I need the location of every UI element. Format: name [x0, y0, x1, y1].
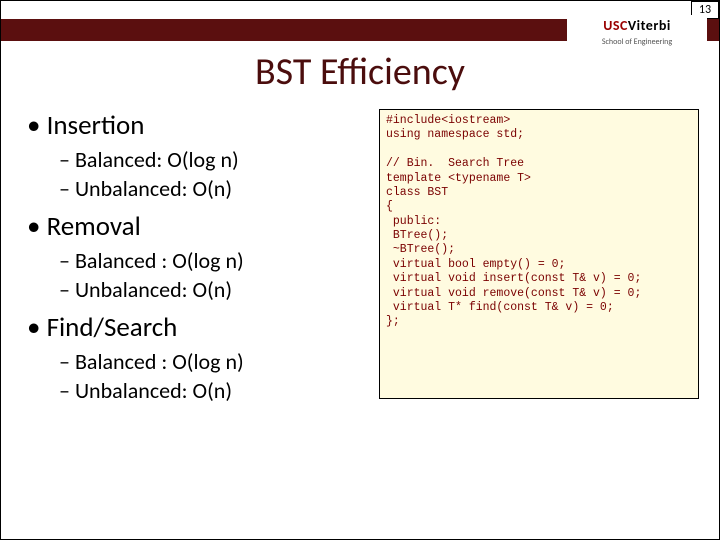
slide: 13 USCViterbi School of Engineering BST …	[0, 0, 720, 540]
sub-bullet: Balanced : O(log n)	[59, 348, 357, 375]
sub-bullet: Balanced: O(log n)	[59, 146, 357, 173]
logo-usc: USC	[603, 17, 628, 34]
sub-bullet: Unbalanced: O(n)	[59, 377, 357, 404]
sub-bullet: Balanced : O(log n)	[59, 247, 357, 274]
slide-title: BST Efficiency	[1, 49, 719, 95]
bullet-find: Find/Search	[27, 311, 177, 344]
usc-viterbi-logo: USCViterbi School of Engineering	[567, 15, 707, 51]
logo-viterbi: Viterbi	[628, 17, 671, 34]
bullet-removal: Removal	[27, 210, 141, 243]
sub-bullet: Unbalanced: O(n)	[59, 276, 357, 303]
bullet-content: Insertion Balanced: O(log n) Unbalanced:…	[27, 109, 357, 412]
bullet-insertion: Insertion	[27, 109, 144, 142]
code-snippet: #include<iostream> using namespace std; …	[379, 109, 699, 399]
logo-subtitle: School of Engineering	[567, 37, 707, 47]
sub-bullet: Unbalanced: O(n)	[59, 175, 357, 202]
